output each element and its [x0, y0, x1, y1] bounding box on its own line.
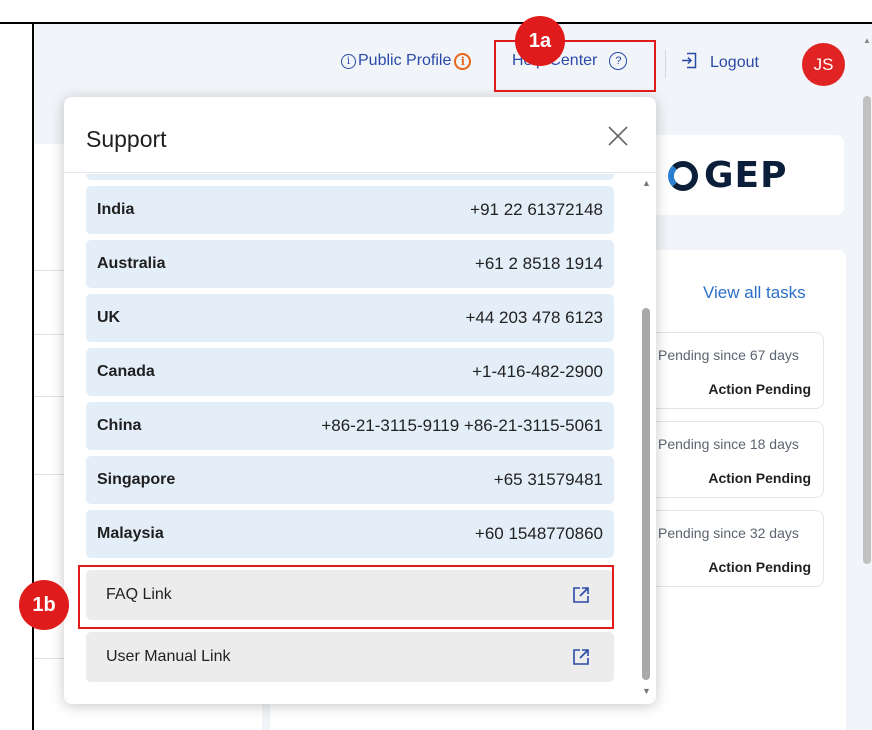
task-status: Action Pending: [708, 381, 811, 397]
external-link-icon: [572, 648, 590, 666]
close-icon[interactable]: [607, 125, 629, 151]
logout-label: Logout: [710, 54, 759, 71]
view-all-tasks-link[interactable]: View all tasks: [703, 283, 806, 303]
contact-phone: +86-21-3115-9119 +86-21-3115-5061: [321, 416, 603, 435]
info-icon: i: [341, 53, 356, 69]
contact-country: UK: [97, 309, 121, 326]
annotation-badge-1a: 1a: [515, 16, 565, 66]
contact-phone: +65 31579481: [493, 470, 603, 489]
task-status: Action Pending: [708, 470, 811, 486]
contact-phone: +61 2 8518 1914: [474, 254, 603, 273]
contact-country: Australia: [97, 255, 166, 272]
contact-row: Canada +1-416-482-2900: [86, 348, 614, 396]
contact-row: China +86-21-3115-9119 +86-21-3115-5061: [86, 402, 614, 450]
contact-phone: +91 22 61372148: [470, 200, 603, 219]
contact-country: India: [97, 201, 135, 218]
contact-phone: +44 203 478 6123: [465, 308, 603, 327]
contact-row: Malaysia +60 1548770860: [86, 510, 614, 558]
modal-header: Support: [64, 97, 656, 173]
contact-country: Canada: [97, 363, 155, 380]
contact-row: India +91 22 61372148: [86, 186, 614, 234]
top-header: i Public Profile i Help Center ? Logout …: [34, 24, 872, 100]
task-status: Action Pending: [708, 559, 811, 575]
user-avatar[interactable]: JS: [802, 43, 845, 86]
gep-logo-text: GEP: [704, 155, 788, 196]
public-profile-label: Public Profile: [358, 52, 452, 69]
modal-scrollbar-thumb[interactable]: [642, 308, 650, 680]
user-manual-link[interactable]: User Manual Link: [86, 632, 614, 682]
contact-country: Malaysia: [97, 525, 164, 542]
annotation-badge-1b: 1b: [19, 580, 69, 630]
gep-logo: GEP: [668, 155, 788, 196]
logout-icon: [681, 52, 698, 74]
modal-title: Support: [86, 126, 167, 152]
partial-contact-row: [86, 174, 614, 180]
task-pending-since: Pending since 18 days: [658, 436, 799, 452]
alert-info-icon: i: [454, 52, 472, 70]
page-scrollbar-thumb[interactable]: [863, 96, 871, 564]
annotation-highlight-1b: [78, 565, 614, 629]
brand-card: GEP: [628, 135, 844, 215]
contact-row: UK +44 203 478 6123: [86, 294, 614, 342]
public-profile-link[interactable]: i Public Profile i: [341, 52, 472, 70]
logout-button[interactable]: Logout: [681, 52, 759, 74]
contact-row: Australia +61 2 8518 1914: [86, 240, 614, 288]
gep-swirl-icon: [668, 160, 698, 191]
task-pending-since: Pending since 67 days: [658, 347, 799, 363]
contact-phone: +1-416-482-2900: [472, 362, 603, 381]
contact-country: China: [97, 417, 142, 434]
modal-scrollbar[interactable]: ▲ ▼: [640, 174, 652, 702]
scroll-down-arrow-icon[interactable]: ▼: [642, 686, 651, 696]
header-divider: [665, 50, 666, 78]
scroll-up-arrow-icon[interactable]: ▲: [642, 178, 651, 188]
contact-phone: +60 1548770860: [474, 524, 603, 543]
page-scrollbar[interactable]: ▲: [862, 36, 872, 730]
user-manual-link-label: User Manual Link: [106, 648, 231, 665]
scroll-up-arrow-icon[interactable]: ▲: [863, 36, 871, 45]
contact-country: Singapore: [97, 471, 176, 488]
contact-row: Singapore +65 31579481: [86, 456, 614, 504]
task-pending-since: Pending since 32 days: [658, 525, 799, 541]
